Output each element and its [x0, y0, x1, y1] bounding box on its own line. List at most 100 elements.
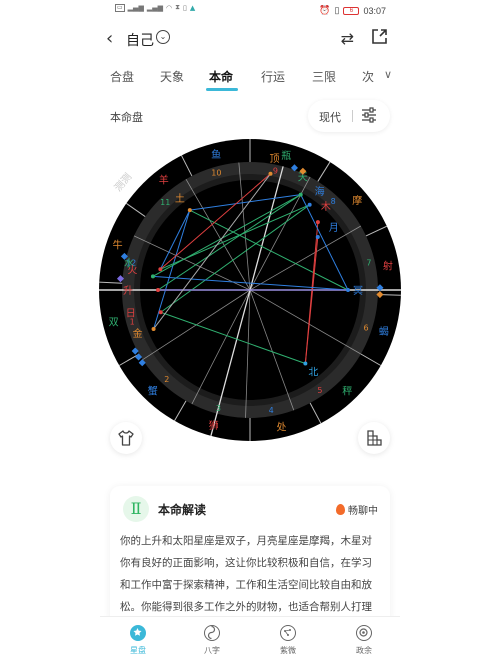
planet-label: 木	[321, 201, 331, 213]
planet-dot	[298, 192, 303, 197]
sign-label: 蝎	[379, 326, 389, 338]
nav-xingpan[interactable]: 星盘	[108, 625, 168, 656]
house-number: 5	[317, 386, 322, 395]
sign-label: 羊	[159, 174, 169, 187]
bottom-nav: 星盘 八字 紫微 政余	[100, 616, 400, 666]
target-icon	[356, 625, 372, 641]
sign-label: 射	[383, 261, 393, 273]
active-tab-indicator	[206, 88, 238, 91]
house-number: 4	[269, 406, 274, 415]
chevron-left-icon[interactable]: ‹	[106, 28, 113, 49]
mode-selector[interactable]: 现代	[319, 109, 341, 125]
title-bar: ‹ 自己 ⌄ ⇄	[100, 24, 400, 54]
nav-ziwei[interactable]: 紫微	[258, 625, 318, 656]
planet-label: 冥	[353, 285, 363, 297]
sign-label: 秤	[342, 386, 352, 398]
constellation-icon	[280, 625, 296, 641]
tab-sanxian[interactable]: 三限	[312, 68, 336, 85]
house-number: 11	[160, 198, 170, 207]
nav-label: 八字	[204, 646, 220, 655]
chart-mode-control: 现代	[308, 100, 390, 132]
planet-dot	[156, 288, 160, 292]
phone-screen: ▭ ▂▄▆ ▂▄▆ ◠ ⧗ ▯ ▲ ⏰ ▯ 6 03:07 ‹ 自己 ⌄ ⇄ 合…	[98, 0, 402, 666]
sign-label: 摩	[352, 194, 362, 207]
nav-bazi[interactable]: 八字	[182, 625, 242, 656]
swap-arrows-icon[interactable]: ⇄	[341, 29, 354, 48]
app-notification-icon: ▲	[189, 3, 196, 12]
signal-icon: ▂▄▆	[127, 3, 144, 12]
planet-dot	[307, 202, 312, 207]
tab-hepan[interactable]: 合盘	[110, 68, 134, 85]
wifi-icon: ◠	[165, 3, 173, 12]
chart-header: 本命盘 现代	[100, 100, 400, 132]
house-number: 3	[216, 404, 221, 413]
hourglass-icon: ⧗	[175, 3, 181, 11]
planet-dot	[187, 208, 192, 213]
tab-xingyun[interactable]: 行运	[261, 68, 285, 85]
data-table-button[interactable]	[358, 422, 390, 454]
tab-ci[interactable]: 次	[362, 68, 374, 85]
planet-dot	[346, 288, 350, 292]
divider	[352, 110, 353, 122]
natal-chart-svg[interactable]: 鱼羊牛双蟹狮 处秤蝎射摩瓶 123 456789101112 土顶天海木月冥北水火升…	[98, 138, 402, 442]
yin-yang-icon	[204, 625, 220, 641]
star-chart-icon	[130, 625, 146, 641]
gemini-badge: Ⅱ	[123, 496, 149, 522]
house-number: 2	[164, 375, 169, 384]
page-title[interactable]: 自己	[126, 30, 154, 50]
planet-dot	[303, 361, 308, 366]
planet-label: 日	[126, 308, 136, 319]
house-number: 6	[363, 324, 368, 333]
house-number: 10	[211, 169, 221, 178]
card-title: 本命解读	[158, 503, 207, 517]
planet-dot	[158, 310, 163, 315]
planet-label: 海	[315, 185, 325, 198]
sign-label: 双	[109, 316, 119, 328]
tab-tianxiang[interactable]: 天象	[160, 68, 184, 85]
chat-status[interactable]: 畅聊中	[336, 502, 378, 517]
chart-title: 本命盘	[110, 111, 143, 124]
share-icon[interactable]	[371, 28, 388, 49]
nav-label: 星盘	[130, 646, 146, 655]
chevron-down-circle-icon[interactable]: ⌄	[156, 30, 170, 44]
theme-button[interactable]	[110, 422, 142, 454]
planet-label: 火	[127, 264, 137, 276]
stairs-grid-icon	[367, 430, 382, 446]
chevron-down-icon[interactable]: ∨	[384, 68, 392, 81]
house-number: 8	[331, 197, 336, 206]
sign-label: 蟹	[148, 385, 158, 398]
chat-status-label: 畅聊中	[348, 506, 378, 517]
t-shirt-icon	[118, 430, 134, 446]
nav-label: 紫微	[280, 646, 296, 655]
planet-dot	[315, 235, 320, 240]
sign-label: 狮	[209, 419, 219, 432]
planet-label: 北	[308, 366, 318, 378]
planet-dot	[158, 267, 163, 272]
nav-zhengyu[interactable]: 政余	[334, 625, 394, 656]
sliders-icon[interactable]	[360, 106, 378, 124]
planet-dot	[315, 220, 320, 225]
flame-icon	[336, 504, 345, 515]
status-bar: ▭ ▂▄▆ ▂▄▆ ◠ ⧗ ▯ ▲ ⏰ ▯ 6 03:07	[100, 0, 400, 22]
sign-label: 瓶	[281, 149, 291, 162]
nav-label: 政余	[356, 646, 372, 655]
reading-text: 你的上升和太阳星座是双子，月亮星座是摩羯，木星对你有良好的正面影响，这让你比较积…	[120, 535, 372, 626]
planet-dot	[268, 171, 273, 176]
vibrate-icon: ▯	[334, 5, 340, 15]
signal-icon: ▂▄▆	[146, 3, 163, 12]
sign-label: 牛	[113, 238, 123, 251]
sign-label: 处	[276, 421, 286, 433]
planet-label: 月	[329, 222, 339, 234]
natal-chart[interactable]: 鱼羊牛双蟹狮处秤蝎射摩瓶 1 2 3 4 5 6 7 8 9 10 11 12 土顶天海木月冥北水火升…	[98, 138, 402, 442]
planet-label: 土	[175, 192, 185, 205]
planet-dot	[150, 274, 155, 279]
sign-label: 鱼	[211, 148, 221, 161]
planet-dot	[151, 326, 156, 331]
planet-label: 顶	[269, 153, 279, 165]
planet-label: 金	[133, 327, 143, 340]
reading-card[interactable]: Ⅱ 本命解读 畅聊中 你的上升和太阳星座是双子，月亮星座是摩羯，木星对你有良好的…	[110, 486, 390, 626]
house-number: 9	[273, 167, 278, 176]
tab-benming[interactable]: 本命	[209, 68, 233, 85]
planet-label: 升	[123, 285, 133, 297]
battery-icon: 6	[343, 6, 360, 15]
